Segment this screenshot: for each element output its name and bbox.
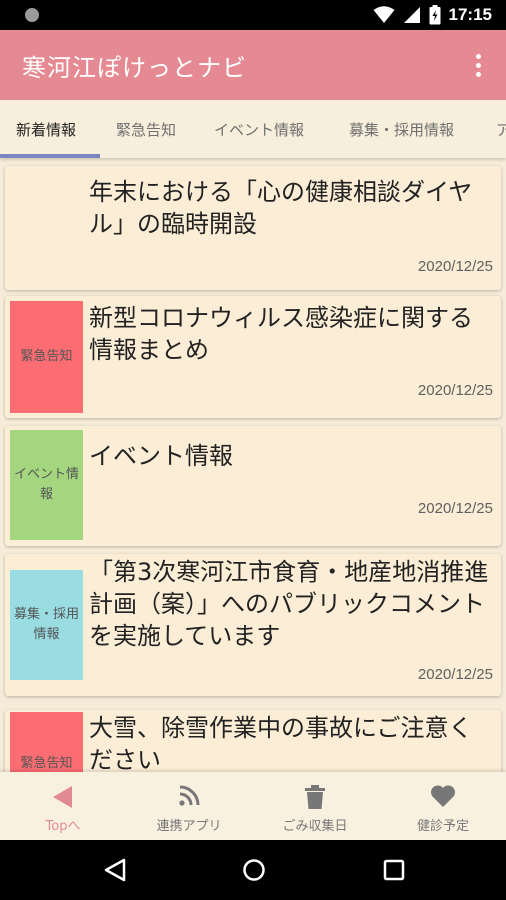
status-bar: 17:15 bbox=[0, 0, 506, 30]
nav-linked-apps[interactable]: 連携アプリ bbox=[126, 772, 252, 840]
news-title: 新型コロナウィルス感染症に関する情報まとめ bbox=[89, 304, 473, 364]
nav-garbage-day[interactable]: ごみ収集日 bbox=[252, 772, 378, 840]
status-time: 17:15 bbox=[448, 5, 492, 24]
nav-health-checkup-label: 健診予定 bbox=[416, 819, 469, 834]
badge-emergency: 緊急告知 bbox=[10, 712, 83, 772]
system-navigation-bar bbox=[0, 840, 506, 900]
heart-icon bbox=[430, 785, 456, 807]
news-card[interactable]: 緊急告知 大雪、除雪作業中の事故にご注意ください bbox=[5, 710, 501, 772]
rss-icon bbox=[179, 785, 200, 806]
overflow-menu-icon[interactable] bbox=[460, 47, 496, 83]
news-title: 大雪、除雪作業中の事故にご注意ください bbox=[89, 714, 473, 772]
system-home-icon[interactable] bbox=[242, 858, 266, 882]
nav-top-label: Topへ bbox=[45, 819, 81, 834]
badge-recruitment: 募集・採用情報 bbox=[10, 570, 83, 680]
news-date: 2020/12/25 bbox=[417, 666, 493, 683]
nav-garbage-day-label: ごみ収集日 bbox=[282, 819, 348, 834]
tab-next[interactable]: ア bbox=[496, 100, 506, 158]
nav-health-checkup[interactable]: 健診予定 bbox=[380, 772, 506, 840]
category-tab-bar: 新着情報 緊急告知 イベント情報 募集・採用情報 ア bbox=[0, 100, 506, 158]
nav-top[interactable]: Topへ bbox=[0, 772, 126, 840]
news-card[interactable]: イベント情報 イベント情報 2020/12/25 bbox=[5, 426, 501, 546]
signal-icon bbox=[403, 7, 420, 23]
news-date: 2020/12/25 bbox=[417, 382, 493, 399]
system-back-icon[interactable] bbox=[104, 858, 126, 882]
news-card[interactable]: 緊急告知 新型コロナウィルス感染症に関する情報まとめ 2020/12/25 bbox=[5, 296, 501, 418]
news-title: 年末における「心の健康相談ダイヤル」の臨時開設 bbox=[89, 178, 473, 238]
news-date: 2020/12/25 bbox=[417, 500, 493, 517]
app-title: 寒河江ぽけっとナビ bbox=[22, 54, 247, 82]
news-title: 「第3次寒河江市食育・地産地消推進計画（案）」へのパブリックコメントを実施してい… bbox=[89, 558, 489, 650]
news-card[interactable]: 年末における「心の健康相談ダイヤル」の臨時開設 2020/12/25 bbox=[5, 166, 501, 290]
tab-recruitment[interactable]: 募集・採用情報 bbox=[349, 100, 454, 158]
badge-event: イベント情報 bbox=[10, 430, 83, 540]
badge-emergency: 緊急告知 bbox=[10, 301, 83, 413]
tab-emergency[interactable]: 緊急告知 bbox=[116, 100, 176, 158]
tab-new-info[interactable]: 新着情報 bbox=[16, 100, 76, 158]
trash-icon bbox=[305, 785, 325, 809]
news-list[interactable]: 年末における「心の健康相談ダイヤル」の臨時開設 2020/12/25 緊急告知 … bbox=[0, 158, 506, 772]
nav-linked-apps-label: 連携アプリ bbox=[156, 819, 222, 834]
wifi-icon bbox=[373, 6, 395, 23]
app-bar: 寒河江ぽけっとナビ bbox=[0, 30, 506, 100]
news-date: 2020/12/25 bbox=[417, 258, 493, 275]
notification-dot-icon bbox=[25, 8, 39, 22]
tab-events[interactable]: イベント情報 bbox=[214, 100, 304, 158]
news-card[interactable]: 募集・採用情報 「第3次寒河江市食育・地産地消推進計画（案）」へのパブリックコメ… bbox=[5, 554, 501, 696]
back-arrow-icon bbox=[53, 786, 72, 808]
system-recents-icon[interactable] bbox=[383, 859, 405, 881]
news-title: イベント情報 bbox=[89, 442, 233, 470]
bottom-navigation: Topへ 連携アプリ ごみ収集日 健診予定 bbox=[0, 772, 506, 840]
battery-charging-icon bbox=[429, 5, 441, 25]
